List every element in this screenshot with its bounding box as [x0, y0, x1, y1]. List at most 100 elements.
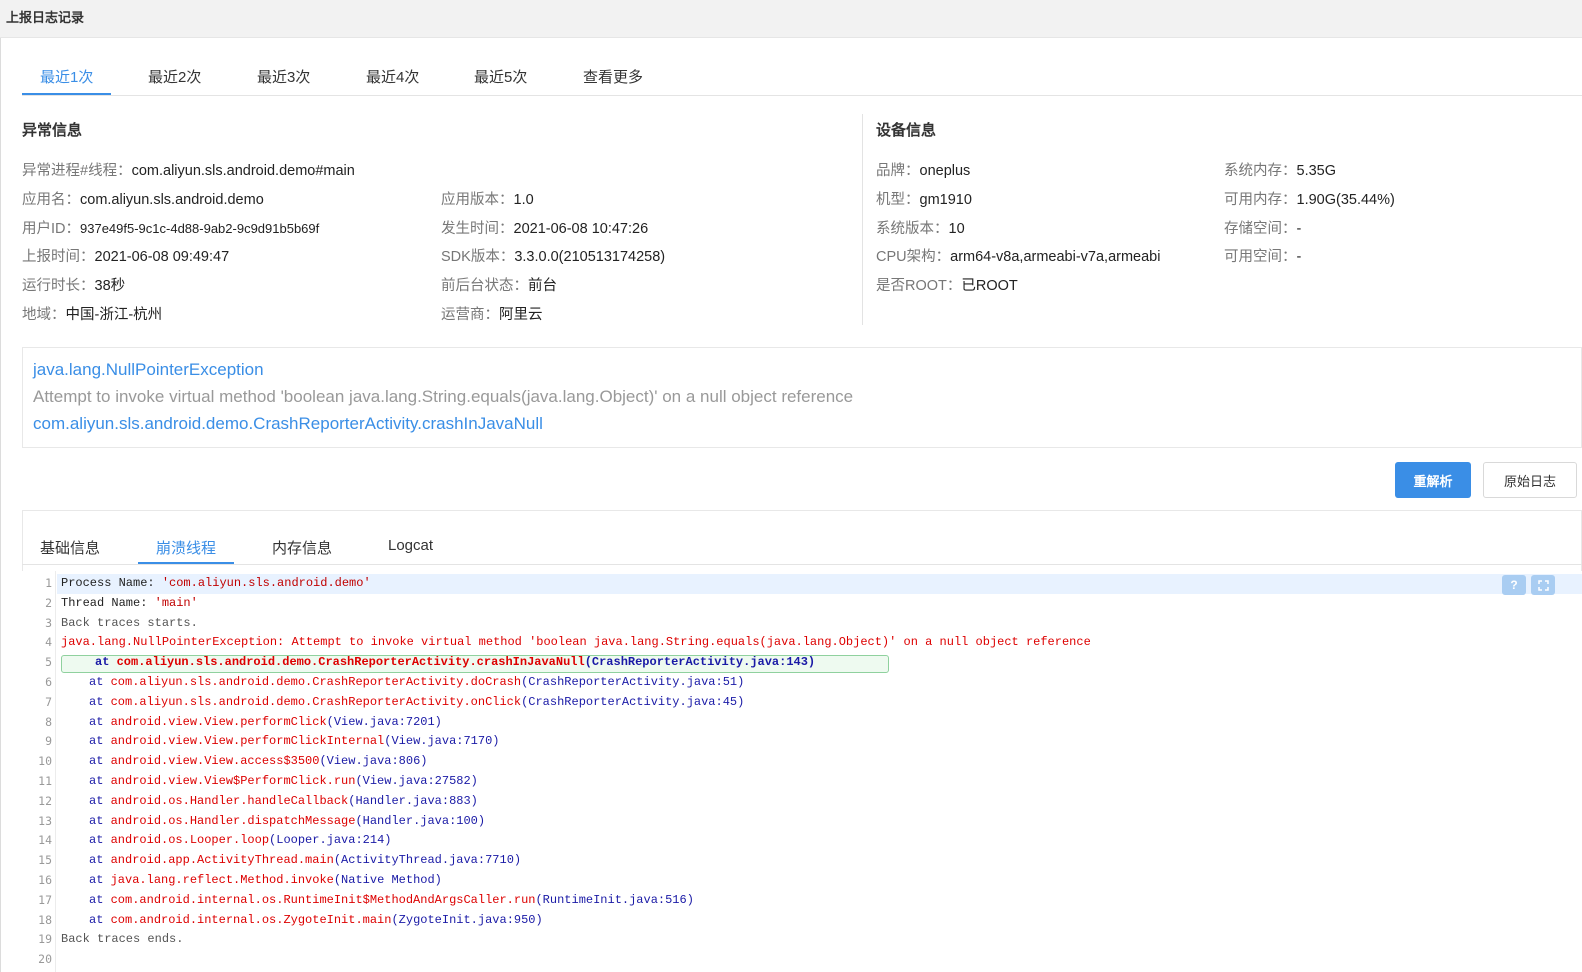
frame-at: at — [89, 694, 111, 709]
help-button[interactable]: ? — [1502, 575, 1526, 595]
report-time-field: 上报时间：2021-06-08 09:49:47 — [22, 245, 229, 266]
run-duration-label: 运行时长： — [22, 278, 95, 294]
frame-location: (Looper.java:214) — [269, 833, 392, 848]
tab-view-more[interactable]: 查看更多 — [565, 58, 661, 95]
frame-method: com.aliyun.sls.android.demo.CrashReporte… — [110, 675, 522, 689]
line-number: 14 — [38, 833, 52, 848]
report-tabs: 最近1次 最近2次 最近3次 最近4次 最近5次 查看更多 — [22, 58, 1582, 96]
storage-label: 存储空间： — [1224, 221, 1297, 237]
device-info-title: 设备信息 — [876, 122, 937, 139]
line-number: 4 — [45, 635, 52, 650]
frame-location: (View.java:27582) — [355, 774, 478, 788]
title-bar: 上报日志记录 — [0, 0, 1582, 38]
avail-space-field: 可用空间：- — [1224, 245, 1301, 266]
avail-memory-label: 可用内存： — [1224, 192, 1297, 208]
user-id-label: 用户ID： — [22, 221, 80, 237]
tab-basic-info[interactable]: 基础信息 — [22, 528, 118, 564]
reparse-button[interactable]: 重解析 — [1395, 462, 1471, 498]
avail-space-value: - — [1296, 249, 1302, 265]
model-value: gm1910 — [919, 192, 972, 208]
process-thread-field: 异常进程#线程：com.aliyun.sls.android.demo#main — [22, 159, 355, 180]
tab-recent-5[interactable]: 最近5次 — [456, 58, 545, 95]
code-text: Back traces ends. — [61, 932, 184, 947]
sys-memory-label: 系统内存： — [1224, 163, 1297, 179]
avail-memory-value: 1.90G(35.44%) — [1296, 192, 1395, 208]
tab-logcat[interactable]: Logcat — [370, 528, 451, 564]
user-id-value: 937e49f5-9c1c-4d88-9ab2-9c9d91b5b69f — [80, 221, 320, 236]
frame-at: at — [89, 912, 111, 927]
frame-at: at — [89, 873, 111, 887]
stacktrace-editor[interactable]: 1 2 3 4 5 6 7 8 9 10 11 12 13 14 15 16 1… — [22, 571, 1582, 972]
frame-at: at — [89, 754, 111, 769]
frame-method: com.aliyun.sls.android.demo.CrashReporte… — [116, 655, 585, 670]
frame-location: (Handler.java:100) — [355, 813, 486, 828]
frame-method: com.android.internal.os.RuntimeInit$Meth… — [110, 892, 536, 907]
app-name-value: com.aliyun.sls.android.demo — [80, 192, 264, 208]
line-number: 17 — [38, 892, 52, 907]
fg-state-label: 前后台状态： — [441, 278, 528, 294]
region-label: 地域： — [22, 307, 66, 323]
tab-crash-thread[interactable]: 崩溃线程 — [138, 528, 235, 564]
tab-recent-3[interactable]: 最近3次 — [239, 58, 328, 95]
frame-location: (CrashReporterActivity.java:45) — [521, 694, 745, 709]
brand-value: oneplus — [919, 163, 971, 179]
frame-location: (ZygoteInit.java:950) — [391, 912, 543, 927]
root-label: 是否ROOT： — [876, 278, 962, 294]
frame-at: at — [89, 892, 111, 907]
occur-time-label: 发生时间： — [441, 221, 514, 237]
code-line: at android.os.Handler.dispatchMessage(Ha… — [89, 812, 485, 832]
line-number: 3 — [45, 615, 52, 630]
line-number: 5 — [45, 655, 52, 670]
line-number: 19 — [38, 932, 52, 947]
frame-at: at — [89, 853, 111, 868]
sdk-version-label: SDK版本： — [441, 249, 515, 265]
line-number: 6 — [45, 675, 52, 689]
frame-method: android.os.Looper.loop — [110, 833, 270, 848]
tab-recent-2[interactable]: 最近2次 — [130, 58, 219, 95]
exception-summary: java.lang.NullPointerException Attempt t… — [22, 347, 1582, 448]
exception-type-link[interactable]: java.lang.NullPointerException — [33, 360, 264, 380]
line-number: 20 — [38, 952, 52, 967]
frame-location: (CrashReporterActivity.java:51) — [521, 675, 745, 689]
tab-memory-info[interactable]: 内存信息 — [254, 528, 350, 564]
frame-at: at — [89, 793, 111, 808]
line-number-gutter: 1 2 3 4 5 6 7 8 9 10 11 12 13 14 15 16 1… — [22, 571, 56, 972]
line-number: 2 — [45, 595, 52, 610]
os-version-value: 10 — [948, 221, 965, 237]
exception-location-link[interactable]: com.aliyun.sls.android.demo.CrashReporte… — [33, 414, 543, 434]
section-divider — [862, 114, 863, 325]
carrier-field: 运营商：阿里云 — [441, 303, 543, 324]
app-version-label: 应用版本： — [441, 192, 514, 208]
raw-log-button[interactable]: 原始日志 — [1483, 462, 1577, 498]
code-string: 'com.aliyun.sls.android.demo' — [161, 576, 371, 590]
model-label: 机型： — [876, 192, 920, 208]
code-line: at com.aliyun.sls.android.demo.CrashRepo… — [89, 673, 744, 693]
window-title: 上报日志记录 — [6, 10, 85, 25]
frame-method: android.view.View.performClick — [110, 714, 327, 729]
code-line: at com.android.internal.os.RuntimeInit$M… — [89, 891, 694, 911]
code-text: Process Name: — [61, 576, 162, 590]
frame-location: (View.java:7170) — [384, 734, 500, 749]
line-number: 15 — [38, 853, 52, 868]
code-line: Back traces ends. — [61, 930, 183, 950]
run-duration-field: 运行时长：38秒 — [22, 274, 125, 295]
code-line: at android.app.ActivityThread.main(Activ… — [89, 851, 521, 871]
fullscreen-button[interactable] — [1531, 575, 1555, 595]
tab-recent-4[interactable]: 最近4次 — [348, 58, 437, 95]
line-number: 7 — [45, 694, 52, 709]
line-number: 8 — [45, 714, 52, 729]
frame-method: android.view.View.performClickInternal — [110, 734, 385, 749]
code-text: Thread Name: — [61, 595, 155, 610]
code-line: Process Name: 'com.aliyun.sls.android.de… — [61, 574, 371, 594]
frame-location: (Native Method) — [333, 873, 442, 887]
frame-at: at — [89, 833, 111, 848]
frame-at: at — [89, 675, 111, 689]
process-thread-value: com.aliyun.sls.android.demo#main — [131, 163, 355, 179]
region-field: 地域：中国-浙江-杭州 — [22, 303, 162, 324]
fg-state-value: 前台 — [528, 278, 557, 294]
frame-location: (Handler.java:883) — [348, 793, 478, 808]
tab-recent-1[interactable]: 最近1次 — [22, 58, 112, 95]
sys-memory-value: 5.35G — [1296, 163, 1337, 179]
sdk-version-field: SDK版本：3.3.0.0(210513174258) — [441, 245, 665, 266]
cpu-arch-label: CPU架构： — [876, 249, 951, 265]
